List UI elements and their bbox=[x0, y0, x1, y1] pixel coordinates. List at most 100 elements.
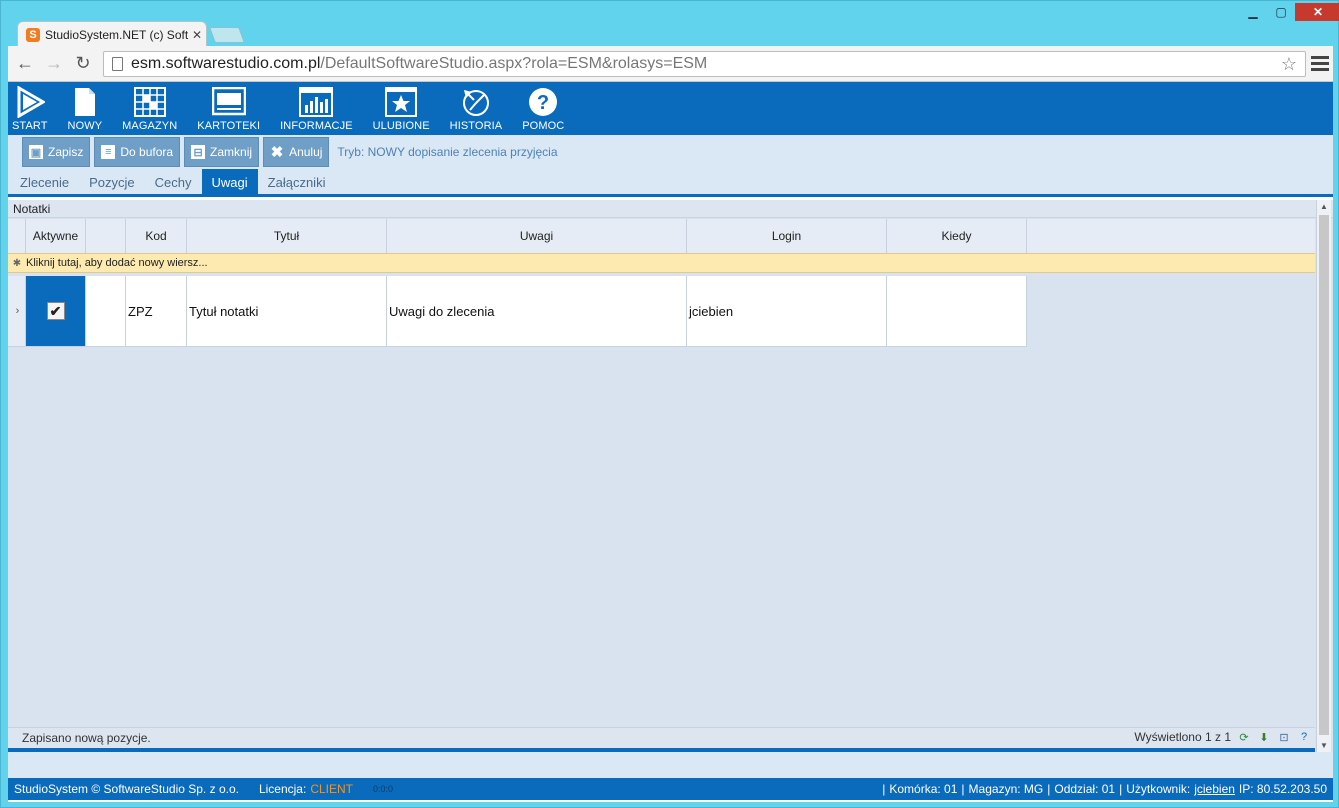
header-tytul[interactable]: Tytuł bbox=[187, 219, 387, 253]
nav-pomoc[interactable]: ? POMOC bbox=[522, 86, 564, 135]
separator: | bbox=[882, 782, 886, 796]
scroll-down-icon[interactable]: ▼ bbox=[1320, 741, 1328, 750]
status-message: Zapisano nową pozycje. bbox=[22, 731, 151, 745]
separator: | bbox=[1119, 782, 1123, 796]
header-kiedy[interactable]: Kiedy bbox=[887, 219, 1027, 253]
nav-label: MAGAZYN bbox=[122, 120, 178, 132]
add-new-row[interactable]: ✱ Kliknij tutaj, aby dodać nowy wiersz..… bbox=[8, 253, 1315, 273]
header-uwagi[interactable]: Uwagi bbox=[387, 219, 687, 253]
nav-label: KARTOTEKI bbox=[197, 120, 261, 132]
row-pointer-icon: › bbox=[8, 276, 26, 347]
history-icon bbox=[460, 86, 492, 118]
header-blank[interactable] bbox=[86, 219, 126, 253]
nav-label: NOWY bbox=[67, 120, 103, 132]
tab-title: StudioSystem.NET (c) Soft bbox=[45, 27, 189, 42]
header-indicator bbox=[8, 219, 26, 253]
minimize-icon[interactable]: ▁ bbox=[1239, 3, 1267, 21]
user-label: Użytkownik: bbox=[1126, 782, 1191, 796]
save-layout-icon[interactable]: ⊡ bbox=[1277, 730, 1291, 744]
kod-cell[interactable]: ZPZ bbox=[126, 276, 187, 347]
back-arrow-icon[interactable]: ← bbox=[13, 52, 37, 76]
table-row[interactable]: › ✔ ZPZ Tytuł notatki Uwagi do zlecenia … bbox=[8, 276, 1315, 347]
license-value: CLIENT bbox=[310, 782, 354, 796]
aktywne-checkbox[interactable]: ✔ bbox=[46, 302, 65, 320]
document-icon bbox=[72, 86, 98, 118]
address-bar[interactable]: esm.softwarestudio.com.pl/DefaultSoftwar… bbox=[103, 51, 1306, 77]
nav-start[interactable]: START bbox=[12, 86, 48, 135]
close-window-icon[interactable]: ✕ bbox=[1295, 3, 1339, 21]
scrollbar-thumb[interactable] bbox=[1319, 215, 1329, 735]
to-buffer-button[interactable]: ≡ Do bufora bbox=[94, 137, 181, 167]
app-container: START NOWY MAGAZYN KARTOTEKI INFORMACJE … bbox=[8, 82, 1333, 802]
card-file-icon bbox=[211, 86, 246, 118]
tab-zlecenie[interactable]: Zlecenie bbox=[10, 169, 79, 194]
ip-text: IP: 80.52.203.50 bbox=[1238, 782, 1327, 796]
bookmark-star-icon[interactable]: ☆ bbox=[1281, 54, 1297, 75]
nav-label: START bbox=[12, 120, 48, 132]
copyright-text: StudioSystem © SoftwareStudio Sp. z o.o. bbox=[14, 782, 239, 796]
svg-text:?: ? bbox=[537, 92, 549, 114]
help-small-icon[interactable]: ? bbox=[1297, 730, 1311, 744]
nav-nowy[interactable]: NOWY bbox=[68, 86, 103, 135]
header-kod[interactable]: Kod bbox=[126, 219, 187, 253]
aktywne-cell[interactable]: ✔ bbox=[26, 276, 86, 347]
nav-informacje[interactable]: INFORMACJE bbox=[280, 86, 353, 135]
refresh-icon[interactable]: ⟳ bbox=[1237, 730, 1251, 744]
nav-label: HISTORIA bbox=[449, 120, 503, 132]
add-row-text: Kliknij tutaj, aby dodać nowy wiersz... bbox=[26, 257, 208, 269]
maximize-icon[interactable]: ▢ bbox=[1267, 3, 1295, 21]
rows-shown: Wyświetlono 1 z 1 bbox=[1134, 730, 1231, 744]
studiosystem-logo-icon: S bbox=[26, 27, 40, 42]
close-form-button[interactable]: ⊟ Zamknij bbox=[184, 137, 260, 167]
separator: | bbox=[1047, 782, 1051, 796]
warehouse-grid-icon bbox=[133, 86, 166, 118]
notes-panel: Notatki Aktywne Kod Tytuł Uwagi Login Ki… bbox=[8, 200, 1333, 752]
tab-pozycje[interactable]: Pozycje bbox=[79, 169, 145, 194]
tab-close-icon[interactable]: ✕ bbox=[192, 28, 202, 42]
header-aktywne[interactable]: Aktywne bbox=[26, 219, 86, 253]
browser-window: S StudioSystem.NET (c) Soft ✕ ▁ ▢ ✕ ← → … bbox=[0, 0, 1339, 808]
list-icon: ≡ bbox=[101, 145, 116, 159]
form-tabs: Zlecenie Pozycje Cechy Uwagi Załączniki bbox=[8, 169, 1333, 197]
uwagi-cell[interactable]: Uwagi do zlecenia bbox=[387, 276, 687, 347]
reload-icon[interactable]: ↻ bbox=[71, 52, 95, 76]
spacer bbox=[8, 752, 1333, 778]
tytul-cell[interactable]: Tytuł notatki bbox=[187, 276, 387, 347]
nav-magazyn[interactable]: MAGAZYN bbox=[122, 86, 177, 135]
kiedy-cell[interactable] bbox=[887, 276, 1027, 347]
tab-uwagi[interactable]: Uwagi bbox=[201, 169, 258, 194]
to-buffer-label: Do bufora bbox=[120, 145, 174, 159]
nav-kartoteki[interactable]: KARTOTEKI bbox=[197, 86, 260, 135]
license-label: Licencja: bbox=[258, 782, 307, 796]
new-tab-button[interactable] bbox=[209, 27, 245, 43]
login-cell[interactable]: jciebien bbox=[687, 276, 887, 347]
nav-ulubione[interactable]: ULUBIONE bbox=[373, 86, 430, 135]
blank-cell[interactable] bbox=[86, 276, 126, 347]
x-icon: ✖ bbox=[270, 144, 284, 161]
save-button[interactable]: ▣ Zapisz bbox=[22, 137, 91, 167]
vertical-scrollbar[interactable]: ▲ ▼ bbox=[1316, 200, 1331, 752]
cancel-button[interactable]: ✖ Anuluj bbox=[263, 137, 330, 167]
tab-cechy[interactable]: Cechy bbox=[145, 169, 202, 194]
nav-historia[interactable]: HISTORIA bbox=[450, 86, 503, 135]
browser-menu-icon[interactable] bbox=[1311, 52, 1329, 74]
close-form-label: Zamknij bbox=[210, 145, 253, 159]
forward-arrow-icon[interactable]: → bbox=[42, 52, 66, 76]
user-link[interactable]: jciebien bbox=[1194, 782, 1235, 796]
session-info: | Komórka: 01 | Magazyn: MG | Oddział: 0… bbox=[878, 782, 1327, 796]
app-footer: StudioSystem © SoftwareStudio Sp. z o.o.… bbox=[8, 778, 1333, 800]
help-icon: ? bbox=[527, 86, 559, 118]
action-bar: ▣ Zapisz ≡ Do bufora ⊟ Zamknij ✖ Anuluj … bbox=[8, 135, 1333, 169]
window-controls: ▁ ▢ ✕ bbox=[1239, 3, 1339, 21]
floppy-disk-icon: ▣ bbox=[29, 145, 43, 159]
cancel-label: Anuluj bbox=[289, 145, 323, 159]
browser-tab[interactable]: S StudioSystem.NET (c) Soft ✕ bbox=[17, 21, 207, 47]
main-navigation: START NOWY MAGAZYN KARTOTEKI INFORMACJE … bbox=[8, 82, 1333, 135]
export-icon[interactable]: ⬇ bbox=[1257, 730, 1271, 744]
save-label: Zapisz bbox=[48, 145, 84, 159]
panel-title: Notatki bbox=[8, 200, 1333, 218]
tab-zalaczniki[interactable]: Załączniki bbox=[258, 169, 336, 194]
header-login[interactable]: Login bbox=[687, 219, 887, 253]
exit-icon: ⊟ bbox=[191, 145, 206, 159]
scroll-up-icon[interactable]: ▲ bbox=[1320, 202, 1328, 211]
